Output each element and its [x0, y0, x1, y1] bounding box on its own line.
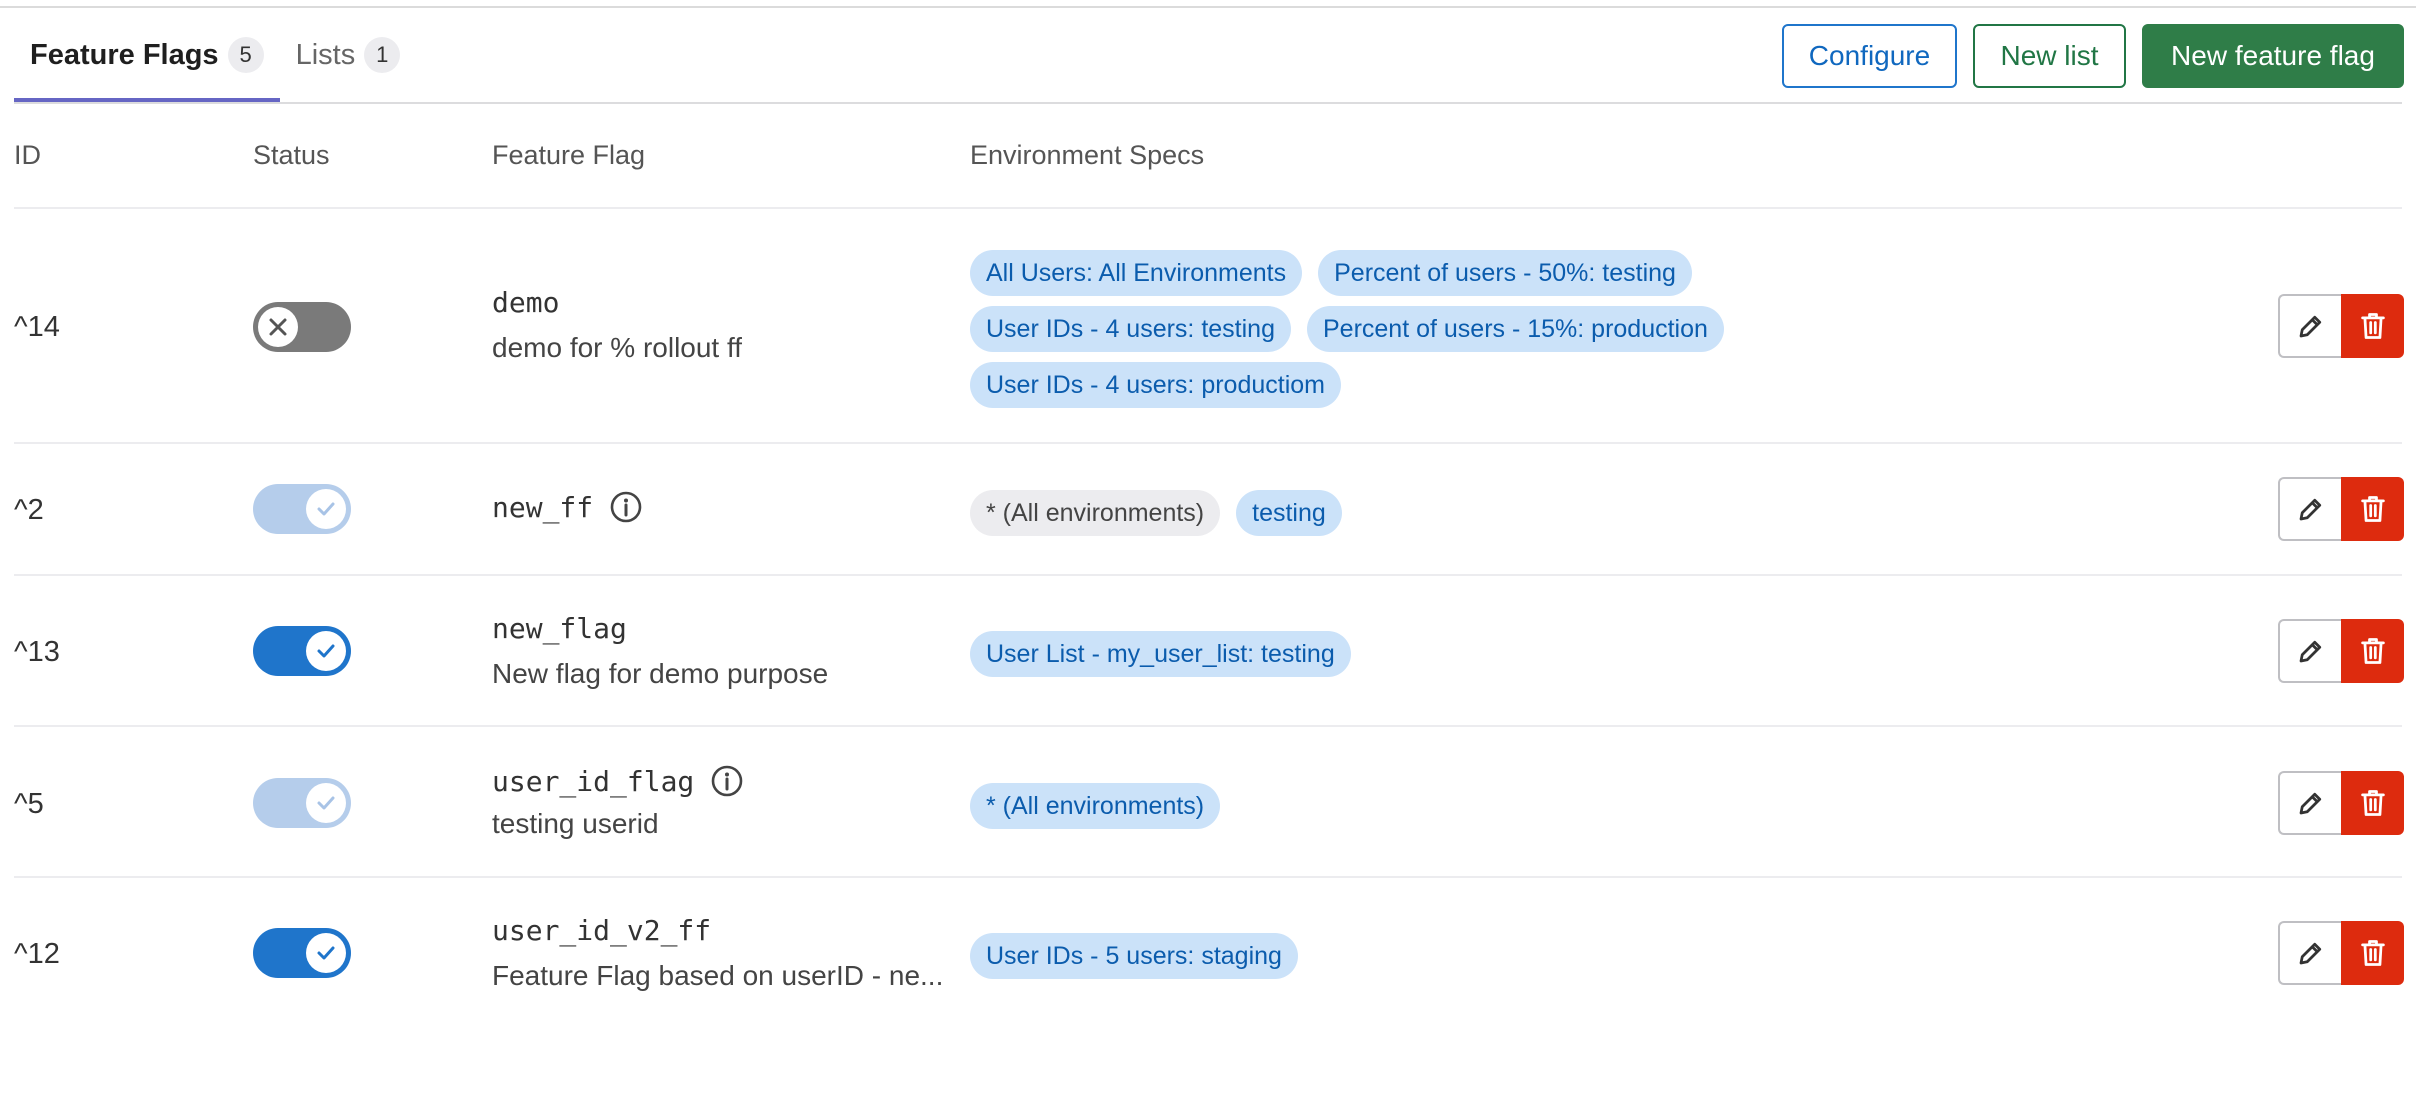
delete-button[interactable]	[2341, 294, 2404, 358]
row-actions	[2278, 619, 2404, 683]
column-header-status: Status	[253, 140, 330, 170]
tab-feature-flags-count: 5	[227, 37, 264, 73]
status-toggle[interactable]	[253, 302, 351, 352]
environment-specs: All Users: All Environments Percent of u…	[970, 250, 1770, 408]
delete-button[interactable]	[2341, 771, 2404, 835]
flag-name: user_id_v2_ff	[492, 914, 711, 947]
trash-icon	[2360, 313, 2385, 339]
flag-name-text: new_flag	[492, 612, 627, 645]
tab-bar: Feature Flags 5 Lists 1	[14, 8, 416, 102]
trash-icon	[2360, 940, 2385, 966]
flag-name-text: new_ff	[492, 490, 594, 524]
new-list-button[interactable]: New list	[1973, 24, 2126, 88]
flag-name-text: demo	[492, 286, 560, 319]
row-actions	[2278, 294, 2404, 358]
env-spec-badge: All Users: All Environments	[970, 250, 1303, 296]
env-spec-badge: * (All environments)	[970, 490, 1221, 536]
info-icon[interactable]	[609, 490, 643, 524]
env-spec-badge: testing	[1236, 490, 1342, 536]
environment-specs: User IDs - 5 users: staging	[970, 933, 1770, 979]
environment-specs: * (All environments)	[970, 783, 1770, 829]
tab-lists-label: Lists	[295, 38, 356, 71]
row-actions	[2278, 921, 2404, 985]
row-actions	[2278, 477, 2404, 541]
close-icon	[258, 307, 298, 347]
column-header-feature-flag: Feature Flag	[492, 140, 646, 170]
row-divider	[14, 574, 2402, 576]
edit-button[interactable]	[2278, 294, 2341, 358]
env-spec-badge: User List - my_user_list: testing	[970, 631, 1351, 677]
column-header-id: ID	[14, 140, 41, 170]
tabs-divider	[14, 102, 2402, 104]
flag-name: new_ff	[492, 490, 643, 524]
new-feature-flag-button[interactable]: New feature flag	[2142, 24, 2404, 88]
delete-button[interactable]	[2341, 921, 2404, 985]
trash-icon	[2360, 790, 2385, 816]
flag-id: ^13	[14, 636, 60, 668]
check-icon	[306, 489, 346, 529]
feature-flags-page: Feature Flags 5 Lists 1 Configure New li…	[0, 0, 2416, 1110]
edit-button[interactable]	[2278, 477, 2341, 541]
pencil-icon	[2299, 792, 2321, 815]
header-divider	[14, 207, 2402, 209]
env-spec-badge: Percent of users - 50%: testing	[1318, 250, 1692, 296]
check-icon	[306, 631, 346, 671]
edit-button[interactable]	[2278, 771, 2341, 835]
trash-icon	[2360, 496, 2385, 522]
flag-name-text: user_id_flag	[492, 764, 695, 798]
pencil-icon	[2299, 942, 2321, 965]
env-spec-badge: User IDs - 4 users: testing	[970, 306, 1291, 352]
column-header-environment-specs: Environment Specs	[970, 140, 1205, 170]
info-icon[interactable]	[710, 764, 744, 798]
flag-name-text: user_id_v2_ff	[492, 914, 712, 947]
flag-id: ^5	[14, 788, 44, 820]
delete-button[interactable]	[2341, 477, 2404, 541]
environment-specs: User List - my_user_list: testing	[970, 631, 1770, 677]
pencil-icon	[2299, 498, 2321, 521]
tab-feature-flags[interactable]: Feature Flags 5	[14, 8, 280, 102]
flag-description: demo for % rollout ff	[492, 332, 743, 363]
status-toggle[interactable]	[253, 626, 351, 676]
env-spec-badge: User IDs - 5 users: staging	[970, 933, 1298, 979]
status-toggle[interactable]	[253, 484, 351, 534]
edit-button[interactable]	[2278, 921, 2341, 985]
row-divider	[14, 725, 2402, 727]
flag-id: ^2	[14, 494, 44, 526]
flag-name: user_id_flag	[492, 764, 744, 798]
tab-lists[interactable]: Lists 1	[280, 8, 417, 102]
flag-id: ^14	[14, 311, 60, 343]
env-spec-badge: * (All environments)	[970, 783, 1221, 829]
row-divider	[14, 876, 2402, 878]
tab-lists-count: 1	[364, 37, 401, 73]
status-toggle[interactable]	[253, 928, 351, 978]
pencil-icon	[2299, 640, 2321, 663]
trash-icon	[2360, 638, 2385, 664]
flag-description: Feature Flag based on userID - ne...	[492, 960, 944, 991]
tab-feature-flags-label: Feature Flags	[30, 38, 219, 71]
row-actions	[2278, 771, 2404, 835]
row-divider	[14, 442, 2402, 444]
check-icon	[306, 933, 346, 973]
env-spec-badge: User IDs - 4 users: productiom	[970, 362, 1341, 408]
edit-button[interactable]	[2278, 619, 2341, 683]
flag-description: New flag for demo purpose	[492, 658, 829, 689]
delete-button[interactable]	[2341, 619, 2404, 683]
env-spec-badge: Percent of users - 15%: production	[1306, 306, 1724, 352]
configure-button[interactable]: Configure	[1782, 24, 1957, 88]
flag-name: new_flag	[492, 612, 627, 645]
pencil-icon	[2299, 315, 2321, 338]
flag-description: testing userid	[492, 808, 659, 839]
check-icon	[306, 783, 346, 823]
flag-id: ^12	[14, 938, 60, 970]
flag-name: demo	[492, 286, 559, 319]
status-toggle[interactable]	[253, 778, 351, 828]
environment-specs: * (All environments) testing	[970, 490, 1770, 536]
